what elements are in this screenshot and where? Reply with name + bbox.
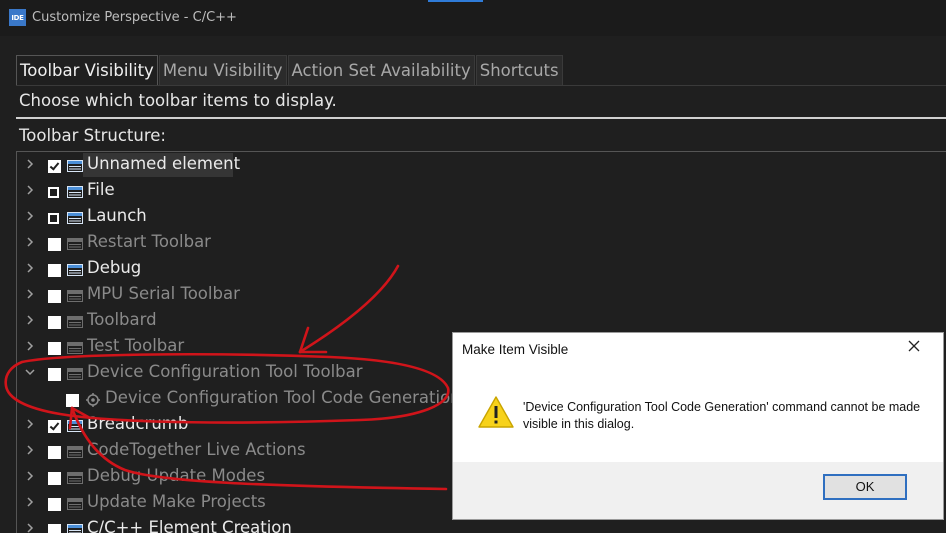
tree-item-label: Toolbard [87,310,157,329]
chevron-right-icon[interactable] [24,339,38,355]
tree-checkbox[interactable] [48,160,61,173]
chevron-right-icon[interactable] [24,209,38,225]
chevron-right-icon[interactable] [24,521,38,533]
dialog-footer: OK [453,462,943,519]
ide-app-icon: IDE [9,9,26,26]
close-icon[interactable] [907,339,923,355]
toolbar-icon [67,314,83,328]
tree-checkbox[interactable] [48,368,61,381]
warning-icon [477,395,515,429]
tab-strip: Toolbar Visibility Menu Visibility Actio… [16,55,564,85]
tree-checkbox[interactable] [48,290,61,303]
chevron-right-icon[interactable] [24,469,38,485]
tree-item-label: CodeTogether Live Actions [87,440,306,459]
toolbar-icon [67,522,83,533]
tree-item-label: Debug [87,258,141,277]
tree-checkbox[interactable] [48,420,61,433]
chevron-right-icon[interactable] [24,287,38,303]
tree-row[interactable]: Launch [17,205,946,231]
dialog-body: 'Device Configuration Tool Code Generati… [453,369,943,461]
dialog-title: Make Item Visible [462,342,568,357]
tree-checkbox[interactable] [48,187,59,198]
tab-strip-divider [16,85,946,86]
chevron-right-icon[interactable] [24,157,38,173]
tree-checkbox[interactable] [48,472,61,485]
hand-gear-icon [85,392,101,406]
tab-menu-visibility[interactable]: Menu Visibility [159,55,287,86]
toolbar-icon [67,496,83,510]
tree-item-label: MPU Serial Toolbar [87,284,240,303]
tree-row[interactable]: Unnamed element [17,153,946,179]
chevron-right-icon[interactable] [24,417,38,433]
tree-row[interactable]: File [17,179,946,205]
tab-shortcuts[interactable]: Shortcuts [476,55,563,86]
tree-item-label: File [87,180,115,199]
tree-row[interactable]: Restart Toolbar [17,231,946,257]
toolbar-icon [67,236,83,250]
tree-item-label: C/C++ Element Creation [87,518,292,533]
toolbar-icon [67,366,83,380]
tree-item-label: Test Toolbar [87,336,184,355]
tree-checkbox[interactable] [48,238,61,251]
toolbar-icon [67,444,83,458]
toolbar-structure-label: Toolbar Structure: [19,126,166,145]
tree-item-label: Unnamed element [87,154,240,173]
tab-toolbar-visibility[interactable]: Toolbar Visibility [16,55,158,86]
tree-row[interactable]: MPU Serial Toolbar [17,283,946,309]
chevron-down-icon[interactable] [24,365,38,381]
toolbar-icon [67,158,83,172]
chevron-right-icon[interactable] [24,495,38,511]
toolbar-icon [67,418,83,432]
tree-checkbox[interactable] [48,316,61,329]
chevron-right-icon[interactable] [24,183,38,199]
chevron-right-icon[interactable] [24,235,38,251]
tree-item-label: Device Configuration Tool Toolbar [87,362,363,381]
toolbar-icon [67,340,83,354]
tree-item-label: Restart Toolbar [87,232,211,251]
tree-checkbox[interactable] [48,498,61,511]
toolbar-icon [67,184,83,198]
make-item-visible-dialog: Make Item Visible 'Device Configuration … [452,332,944,520]
page-description: Choose which toolbar items to display. [19,91,337,110]
chevron-right-icon[interactable] [24,261,38,277]
window-title: Customize Perspective - C/C++ [32,10,237,25]
section-separator [16,117,946,119]
toolbar-icon [67,470,83,484]
tree-checkbox[interactable] [48,264,61,277]
tree-item-label: Debug Update Modes [87,466,265,485]
tree-row[interactable]: Debug [17,257,946,283]
title-accent-strip [428,0,483,2]
tree-item-label: Launch [87,206,147,225]
toolbar-icon [67,262,83,276]
dialog-message: 'Device Configuration Tool Code Generati… [523,399,923,433]
tree-checkbox[interactable] [66,394,79,407]
toolbar-icon [67,210,83,224]
tab-action-set-availability[interactable]: Action Set Availability [288,55,475,86]
chevron-right-icon[interactable] [24,313,38,329]
title-bar: IDE Customize Perspective - C/C++ [0,0,946,36]
tree-checkbox[interactable] [48,342,61,355]
ok-button[interactable]: OK [823,474,907,500]
tree-item-label: Device Configuration Tool Code Generatio… [105,388,461,407]
toolbar-icon [67,288,83,302]
tree-item-label: Update Make Projects [87,492,266,511]
chevron-right-icon[interactable] [24,443,38,459]
tree-checkbox[interactable] [48,213,59,224]
tree-item-label: Breadcrumb [87,414,188,433]
tree-checkbox[interactable] [48,446,61,459]
